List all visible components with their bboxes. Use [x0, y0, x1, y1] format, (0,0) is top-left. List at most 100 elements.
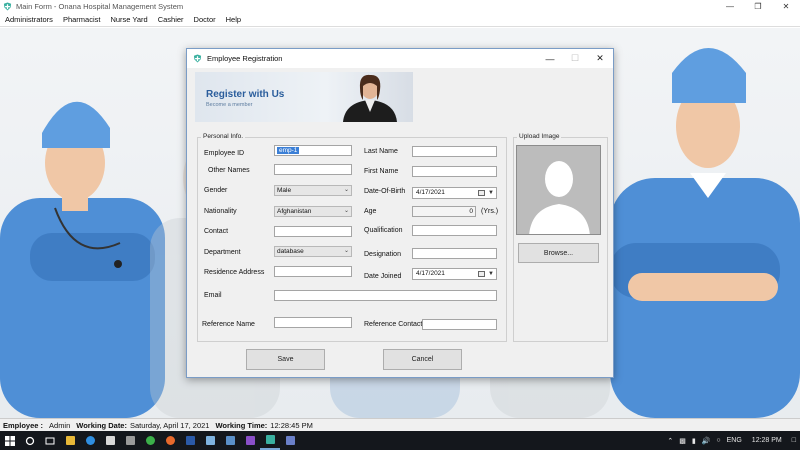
dialog-title: Employee Registration: [207, 54, 283, 63]
age-value: 0: [469, 208, 473, 215]
battery-icon[interactable]: ▮: [692, 437, 696, 445]
reference-name-field[interactable]: [274, 317, 352, 328]
date-joined-value: 4/17/2021: [416, 270, 445, 277]
age-label: Age: [364, 208, 377, 215]
first-name-field[interactable]: [412, 166, 497, 177]
businesswoman-image: [343, 74, 397, 122]
employee-status-value: Admin: [49, 420, 71, 430]
date-joined-label: Date Joined: [364, 273, 402, 280]
file-explorer-icon[interactable]: [60, 431, 80, 450]
other-names-label: Other Names: [208, 167, 250, 174]
dropdown-arrow-icon: ▼: [488, 190, 494, 196]
designation-label: Designation: [364, 251, 401, 258]
working-date-value: Saturday, April 17, 2021: [129, 420, 210, 430]
chevron-down-icon: ⌄: [343, 187, 349, 193]
contact-field[interactable]: [274, 226, 352, 237]
dob-label: Date-Of-Birth: [364, 188, 406, 195]
banner-subtitle: Become a member: [206, 102, 253, 108]
firefox-icon[interactable]: [160, 431, 180, 450]
search-icon[interactable]: [20, 431, 40, 450]
browse-button[interactable]: Browse...: [518, 243, 599, 263]
dialog-close-icon[interactable]: ✕: [587, 49, 613, 68]
chevron-down-icon: ⌄: [343, 248, 349, 254]
menu-help[interactable]: Help: [221, 15, 246, 24]
save-button[interactable]: Save: [246, 349, 325, 370]
app-icon[interactable]: [280, 431, 300, 450]
minimize-icon[interactable]: —: [716, 0, 744, 13]
close-icon[interactable]: ✕: [772, 0, 800, 13]
banner-title: Register with Us: [206, 89, 285, 100]
age-field: 0: [412, 206, 476, 217]
app-shield-icon: [3, 2, 12, 11]
residence-address-label: Residence Address: [204, 269, 265, 276]
app-shield-icon: [193, 54, 202, 63]
last-name-label: Last Name: [364, 148, 398, 155]
notification-icon[interactable]: □: [792, 437, 796, 444]
language-indicator[interactable]: ENG: [727, 437, 742, 444]
residence-address-field[interactable]: [274, 266, 352, 277]
gender-label: Gender: [204, 187, 228, 194]
chrome-icon[interactable]: [140, 431, 160, 450]
doctor-figure-right: [610, 48, 800, 418]
calculator-icon[interactable]: [120, 431, 140, 450]
taskbar-clock[interactable]: 12:28 PM: [752, 437, 782, 444]
employee-id-label: Employee ID: [204, 150, 245, 157]
wifi-icon[interactable]: ○: [716, 437, 720, 444]
working-date-label: Working Date:: [76, 420, 127, 430]
reference-contact-label: Reference Contact: [364, 321, 423, 328]
employee-registration-dialog: Employee Registration — ☐ ✕ Register wit…: [186, 48, 614, 378]
chevron-up-icon[interactable]: ⌃: [667, 437, 673, 445]
photos-icon[interactable]: [220, 431, 240, 450]
restore-icon[interactable]: ❐: [744, 0, 772, 13]
main-window-title: Main Form - Onana Hospital Management Sy…: [16, 2, 184, 11]
employee-id-value: emp-1: [277, 147, 300, 154]
calendar-icon: [478, 271, 485, 277]
employee-photo-placeholder: [516, 145, 601, 235]
calendar-icon: [478, 190, 485, 196]
menu-doctor[interactable]: Doctor: [189, 15, 221, 24]
notepad-icon[interactable]: [200, 431, 220, 450]
working-time-value: 12:28:45 PM: [270, 420, 313, 430]
system-tray: ⌃ ▩ ▮ 🔊 ○ ENG 12:28 PM □: [667, 431, 800, 450]
register-banner: Register with Us Become a member: [195, 72, 413, 122]
visual-studio-icon[interactable]: [240, 431, 260, 450]
store-icon[interactable]: [100, 431, 120, 450]
first-name-label: First Name: [364, 168, 399, 175]
gender-select[interactable]: Male ⌄: [274, 185, 352, 196]
employee-id-field[interactable]: emp-1: [274, 145, 352, 156]
menu-nurse-yard[interactable]: Nurse Yard: [105, 15, 152, 24]
reference-contact-field[interactable]: [422, 319, 497, 330]
nationality-select[interactable]: Afghanistan ⌄: [274, 206, 352, 217]
cancel-button[interactable]: Cancel: [383, 349, 462, 370]
menu-pharmacist[interactable]: Pharmacist: [58, 15, 106, 24]
department-value: database: [277, 248, 304, 255]
dob-datepicker[interactable]: 4/17/2021 ▼: [412, 187, 497, 199]
department-label: Department: [204, 249, 241, 256]
date-joined-datepicker[interactable]: 4/17/2021 ▼: [412, 268, 497, 280]
hospital-app-icon[interactable]: [260, 431, 280, 450]
designation-field[interactable]: [412, 248, 497, 259]
employee-status-label: Employee :: [3, 420, 44, 430]
department-select[interactable]: database ⌄: [274, 246, 352, 257]
nationality-label: Nationality: [204, 208, 237, 215]
word-icon[interactable]: [180, 431, 200, 450]
email-field[interactable]: [274, 290, 497, 301]
network-icon[interactable]: ▩: [679, 437, 686, 445]
other-names-field[interactable]: [274, 164, 352, 175]
task-view-icon[interactable]: [40, 431, 60, 450]
main-window-titlebar: Main Form - Onana Hospital Management Sy…: [0, 0, 800, 13]
start-icon[interactable]: [0, 431, 20, 450]
qualification-field[interactable]: [412, 225, 497, 236]
menu-administrators[interactable]: Administrators: [0, 15, 58, 24]
working-time-label: Working Time:: [215, 420, 268, 430]
nationality-value: Afghanistan: [277, 208, 312, 215]
edge-icon[interactable]: [80, 431, 100, 450]
qualification-label: Qualification: [364, 227, 403, 234]
volume-icon[interactable]: 🔊: [702, 437, 711, 445]
upload-image-label: Upload Image: [517, 133, 562, 140]
menu-cashier[interactable]: Cashier: [153, 15, 189, 24]
last-name-field[interactable]: [412, 146, 497, 157]
dialog-minimize-icon[interactable]: —: [537, 49, 563, 68]
windows-taskbar: ⌃ ▩ ▮ 🔊 ○ ENG 12:28 PM □: [0, 431, 800, 450]
dialog-maximize-icon[interactable]: ☐: [562, 49, 588, 68]
